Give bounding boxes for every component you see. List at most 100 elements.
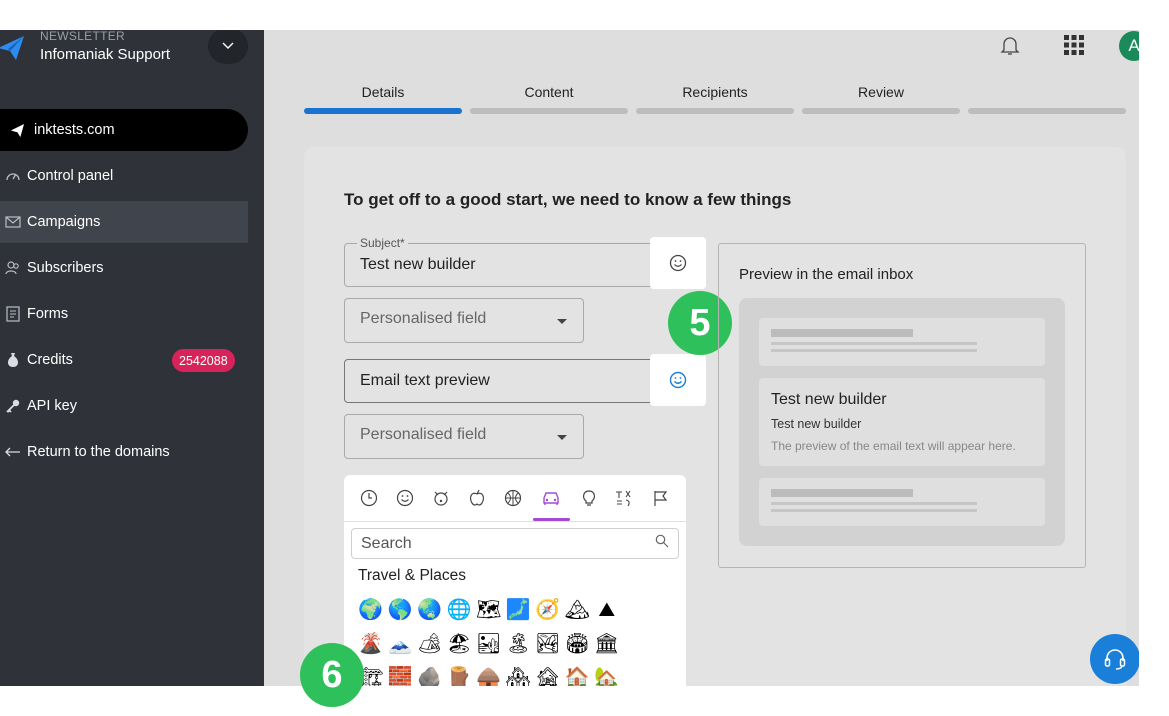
sidebar-item-api-key[interactable]: API key (0, 385, 264, 427)
emoji-item[interactable]: 🧱 (386, 660, 416, 686)
step-progress-bar (470, 108, 628, 114)
emoji-item[interactable]: 🗻 (386, 626, 416, 660)
emoji-item[interactable]: 🌐 (445, 592, 475, 626)
sidebar-item-campaigns[interactable]: Campaigns (0, 201, 248, 243)
sidebar-item-return-domains[interactable]: Return to the domains (0, 431, 264, 473)
emoji-item[interactable]: 🏘 (504, 660, 534, 686)
emoji-picker: Travel & Places 🌍 🌎 🌏 🌐 🗺 🗾 🧭 🏔 ⛰ 🌋 🗻 🏕 … (344, 475, 686, 686)
emoji-item[interactable]: 🗺 (474, 592, 504, 626)
emoji-item[interactable]: 🗾 (504, 592, 534, 626)
card-title: To get off to a good start, we need to k… (344, 190, 792, 209)
emoji-category-bar (344, 475, 686, 522)
emoji-item[interactable]: 🪵 (445, 660, 475, 686)
sidebar-item-forms[interactable]: Forms (0, 293, 264, 335)
step-final (968, 84, 1126, 114)
activity-ball-icon[interactable] (501, 486, 525, 510)
symbols-icon[interactable] (612, 486, 636, 510)
animals-icon[interactable] (429, 486, 453, 510)
brand-product-label: NEWSLETTER (40, 30, 126, 43)
emoji-item[interactable]: 🏚 (533, 660, 563, 686)
smiley-icon (669, 254, 687, 272)
sidebar-item-domain[interactable]: inktests.com (0, 109, 248, 151)
email-preview-field[interactable]: Email text preview (344, 359, 701, 403)
chevron-down-icon (222, 42, 234, 49)
subject-label: Subject* (357, 236, 408, 250)
step-review[interactable]: Review (802, 84, 960, 114)
step-progress-bar (304, 108, 462, 114)
personalised-field-select-2[interactable]: Personalised field (344, 414, 584, 459)
subject-value: Test new builder (360, 256, 476, 273)
personalised-field-select-1[interactable]: Personalised field (344, 298, 584, 343)
preview-mail-card: Test new builder Test new builder The pr… (759, 378, 1045, 466)
emoji-item[interactable]: 🏔 (563, 592, 593, 626)
travel-car-icon[interactable] (539, 486, 563, 510)
emoji-item[interactable]: 🏡 (592, 660, 622, 686)
emoji-item[interactable]: 🏝 (504, 626, 534, 660)
emoji-item[interactable]: 🛖 (474, 660, 504, 686)
objects-bulb-icon[interactable] (577, 486, 601, 510)
step-recipients[interactable]: Recipients (636, 84, 794, 114)
emoji-item[interactable]: 🏞 (533, 626, 563, 660)
step-content[interactable]: Content (470, 84, 628, 114)
sidebar-nav: inktests.com Control panel Campaigns Sub… (0, 109, 264, 477)
subject-field[interactable]: Subject* Test new builder (344, 236, 701, 287)
emoji-item[interactable]: 🏖 (445, 626, 475, 660)
form-icon (4, 305, 22, 323)
emoji-search-box[interactable] (351, 528, 679, 559)
preview-subject: Test new builder (771, 391, 887, 408)
step-progress-bar (636, 108, 794, 114)
user-avatar[interactable]: A (1119, 31, 1139, 61)
credits-count-badge: 2542088 (172, 349, 235, 372)
sidebar-item-subscribers[interactable]: Subscribers (0, 247, 264, 289)
gauge-icon (4, 167, 22, 185)
sidebar-item-control-panel[interactable]: Control panel (0, 155, 264, 197)
emoji-item[interactable]: 🌍 (356, 592, 386, 626)
paper-plane-logo-icon (0, 36, 24, 60)
headset-icon (1104, 649, 1126, 670)
emoji-item[interactable]: 🪨 (415, 660, 445, 686)
brand-header: NEWSLETTER Infomaniak Support (0, 30, 264, 90)
emoji-item[interactable]: 🌋 (356, 626, 386, 660)
flags-icon[interactable] (649, 486, 673, 510)
sidebar-item-label: Forms (27, 306, 69, 322)
emoji-item[interactable]: 🏛 (592, 626, 622, 660)
placeholder-mail-card (759, 318, 1045, 366)
emoji-item[interactable]: 🌏 (415, 592, 445, 626)
bell-icon[interactable] (1000, 34, 1020, 56)
emoji-item[interactable]: 🌎 (386, 592, 416, 626)
inbox-preview-panel: Preview in the email inbox Test new buil… (718, 243, 1086, 568)
brand-account-name: Infomaniak Support (40, 46, 171, 63)
support-chat-button[interactable] (1090, 634, 1139, 684)
subject-emoji-button[interactable] (650, 237, 706, 289)
step-label (968, 84, 1126, 104)
select-value: Personalised field (360, 426, 487, 443)
smileys-icon[interactable] (393, 486, 417, 510)
step-progress-bar (968, 108, 1126, 114)
account-switch-button[interactable] (208, 30, 248, 64)
emoji-item[interactable]: 🏟 (563, 626, 593, 660)
preview-emoji-button[interactable] (650, 354, 706, 406)
search-icon (655, 534, 669, 548)
emoji-item[interactable]: 🏕 (415, 626, 445, 660)
emoji-item[interactable]: ⛰ (592, 592, 622, 626)
food-apple-icon[interactable] (465, 486, 489, 510)
emoji-item[interactable]: 🏜 (474, 626, 504, 660)
caret-down-icon (557, 319, 567, 324)
emoji-row: 🏗 🧱 🪨 🪵 🛖 🏘 🏚 🏠 🏡 (356, 660, 676, 686)
emoji-item[interactable]: 🏠 (563, 660, 593, 686)
apps-grid-icon[interactable] (1063, 34, 1085, 56)
tutorial-marker-6: 6 (300, 643, 364, 707)
sidebar-item-label: API key (27, 398, 77, 414)
select-value: Personalised field (360, 310, 487, 327)
step-progress-bar (802, 108, 960, 114)
step-details[interactable]: Details (304, 84, 462, 114)
preview-sender: Test new builder (771, 417, 862, 431)
emoji-search-input[interactable] (361, 533, 641, 555)
preview-title: Preview in the email inbox (739, 266, 914, 283)
key-icon (4, 397, 22, 415)
emoji-item[interactable]: 🧭 (533, 592, 563, 626)
preview-mailbox: Test new builder Test new builder The pr… (739, 298, 1065, 546)
step-label: Details (361, 84, 405, 100)
sidebar-item-credits[interactable]: Credits 2542088 (0, 339, 264, 381)
recent-clock-icon[interactable] (357, 486, 381, 510)
